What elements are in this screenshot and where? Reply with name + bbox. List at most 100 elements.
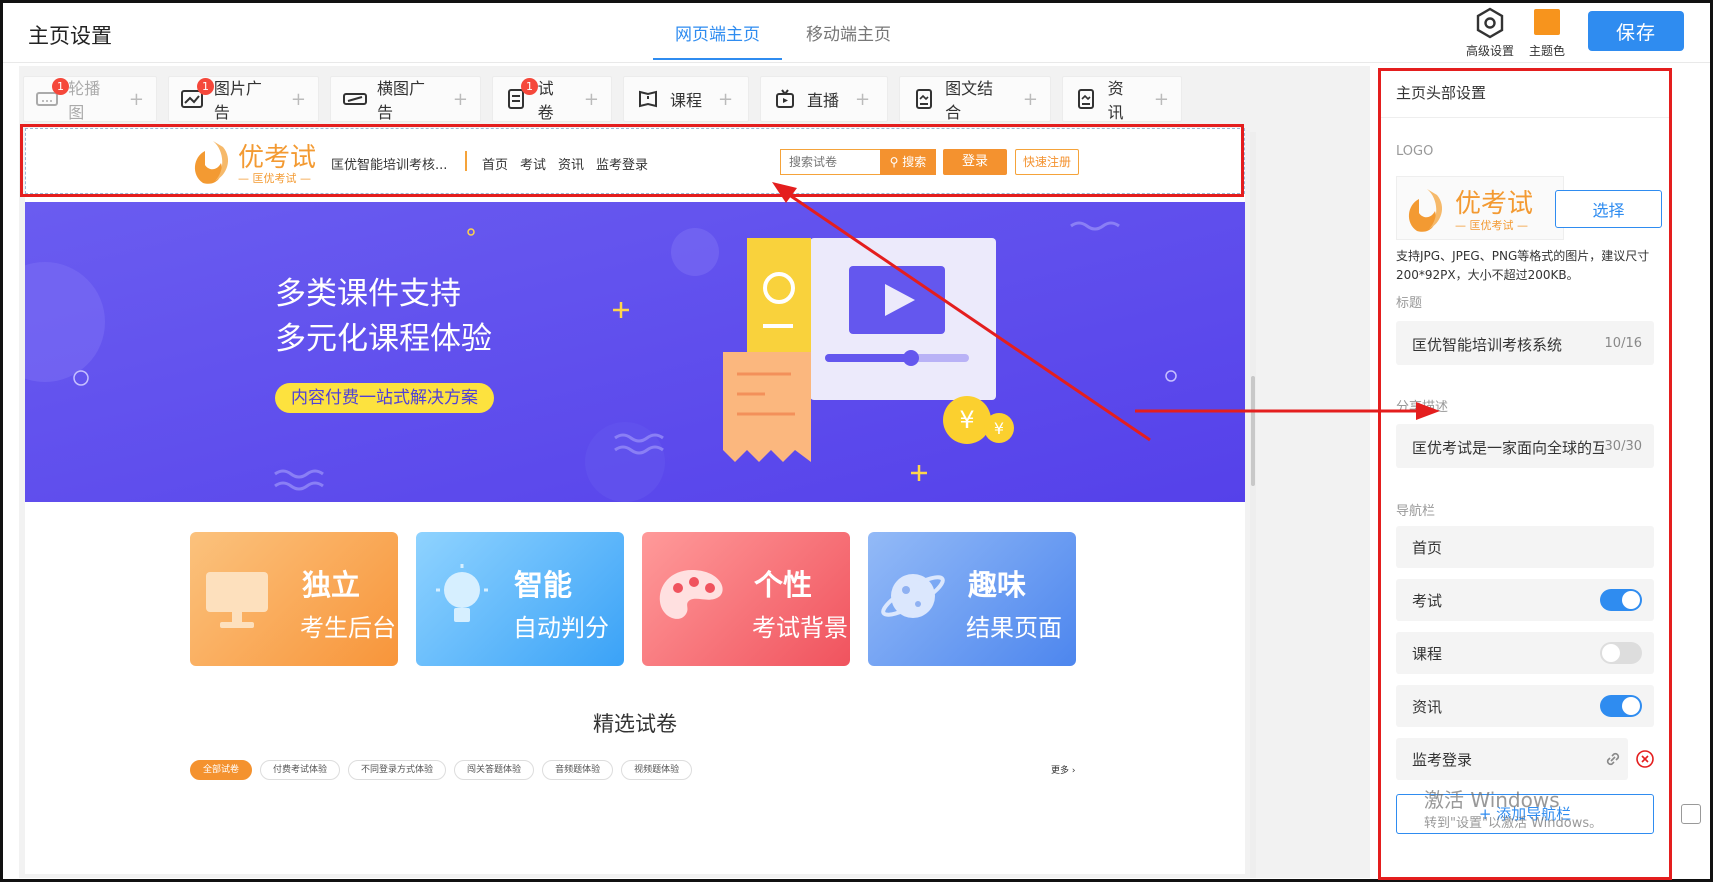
filter-chip[interactable]: 闯关答题体验 (454, 760, 535, 780)
preview-nav-home[interactable]: 首页 (482, 154, 508, 173)
preview-search-input[interactable] (780, 149, 880, 175)
remove-nav-icon[interactable] (1636, 750, 1654, 768)
nav-row-home[interactable]: 首页 (1396, 526, 1654, 568)
banner-headline-1: 多类课件支持 (275, 276, 461, 312)
share-description-field[interactable]: 匡优考试是一家面向全球的互联 30/30 (1396, 424, 1654, 468)
preview-search-button[interactable]: ⚲ 搜索 (880, 149, 936, 175)
preview-banner[interactable]: ¥ ¥ 多类课件支持 多元化课程体验 内容付费一站式解决方案 (25, 202, 1245, 502)
preview-scroll-thumb[interactable] (1251, 376, 1255, 486)
svg-text:¥: ¥ (994, 419, 1004, 438)
share-field-count: 30/30 (1604, 439, 1642, 454)
tool-paper[interactable]: 1 试卷 + (492, 76, 612, 122)
tool-paper-label: 试卷 (537, 79, 554, 122)
feature-cards: 独立 考生后台 智能 自动判分 个性 考试背景 趣味 结果页面 (190, 532, 1076, 666)
filter-chip[interactable]: 付费考试体验 (260, 760, 341, 780)
feature-title: 智能 (514, 568, 573, 602)
editor-canvas: 1 轮播图 + 1 图片广告 + 横图广告 + 1 试卷 + 课程 + 直播 +… (19, 66, 1370, 878)
toggle-knob (1622, 697, 1640, 715)
tool-live[interactable]: 直播 + (760, 76, 888, 122)
paper-badge: 1 (521, 78, 538, 95)
theme-color-button[interactable]: 主题色 (1525, 7, 1569, 59)
monitor-icon (206, 572, 268, 628)
logo-preview-subtext: — 匡优考试 — (1455, 219, 1528, 232)
filter-chip[interactable]: 全部试卷 (190, 760, 253, 780)
preview-nav: 首页 考试 资讯 监考登录 (482, 154, 648, 173)
add-image-text-icon[interactable]: + (1023, 89, 1038, 110)
banner-pill[interactable]: 内容付费一站式解决方案 (275, 383, 494, 413)
add-paper-icon[interactable]: + (584, 89, 599, 110)
nav-row-proctor-login[interactable]: 监考登录 (1396, 738, 1628, 780)
image-ad-badge: 1 (197, 78, 214, 95)
tool-course-label: 课程 (670, 91, 703, 110)
add-news-icon[interactable]: + (1154, 89, 1169, 110)
nav-row-course[interactable]: 课程 (1396, 632, 1654, 674)
tool-course[interactable]: 课程 + (623, 76, 749, 122)
tab-web-home[interactable]: 网页端主页 (653, 3, 782, 60)
tool-news[interactable]: 资讯 + (1062, 76, 1182, 122)
preview-scrollbar[interactable] (1250, 132, 1256, 878)
title-label: 标题 (1396, 296, 1423, 311)
share-field-value: 匡优考试是一家面向全球的互联 (1412, 439, 1604, 457)
preview-nav-proctor-login[interactable]: 监考登录 (596, 154, 648, 173)
tool-news-label: 资讯 (1107, 79, 1124, 122)
tool-image-text[interactable]: 图文结合 + (899, 76, 1051, 122)
add-course-icon[interactable]: + (718, 89, 733, 110)
add-banner-ad-icon[interactable]: + (453, 89, 468, 110)
title-field[interactable]: 匡优智能培训考核系统 10/16 (1396, 321, 1654, 365)
news-icon (1075, 87, 1098, 111)
feature-subtitle: 结果页面 (966, 614, 1062, 642)
add-live-icon[interactable]: + (855, 89, 870, 110)
tool-banner-ad[interactable]: 横图广告 + (330, 76, 481, 122)
feature-card-personal[interactable]: 个性 考试背景 (642, 532, 850, 666)
image-text-icon (912, 87, 935, 111)
more-link[interactable]: 更多 › (1051, 763, 1075, 776)
add-carousel-icon[interactable]: + (129, 89, 144, 110)
course-toggle[interactable] (1600, 642, 1642, 664)
banner-ad-icon (343, 87, 367, 111)
filter-chip[interactable]: 音频题体验 (542, 760, 614, 780)
tool-carousel[interactable]: 1 轮播图 + (23, 76, 157, 122)
site-preview: 优考试 — 匡优考试 — 匡优智能培训考核... 首页 考试 资讯 监考登录 ⚲… (25, 128, 1245, 874)
live-tv-icon (773, 87, 797, 111)
filter-chip[interactable]: 不同登录方式体验 (348, 760, 447, 780)
preview-register-button[interactable]: 快速注册 (1015, 149, 1079, 175)
activation-watermark-title: 激活 Windows (1424, 788, 1560, 812)
nav-row-label: 首页 (1412, 539, 1443, 557)
nav-row-news[interactable]: 资讯 (1396, 685, 1654, 727)
logo-preview: 优考试 — 匡优考试 — (1396, 176, 1564, 240)
preview-nav-news[interactable]: 资讯 (558, 154, 584, 173)
preview-header[interactable]: 优考试 — 匡优考试 — 匡优智能培训考核... 首页 考试 资讯 监考登录 ⚲… (25, 128, 1245, 194)
header-divider (465, 151, 467, 171)
feature-card-independent[interactable]: 独立 考生后台 (190, 532, 398, 666)
advanced-settings-button[interactable]: 高级设置 (1461, 7, 1519, 59)
book-icon (636, 87, 660, 111)
preview-login-button[interactable]: 登录 (943, 149, 1007, 175)
save-button[interactable]: 保存 (1588, 11, 1684, 51)
tool-banner-ad-label: 横图广告 (377, 79, 426, 122)
link-icon[interactable] (1604, 750, 1622, 768)
activation-watermark-text: 转到"设置"以激活 Windows。 (1424, 816, 1603, 831)
feature-subtitle: 考试背景 (752, 614, 848, 642)
feature-title: 独立 (302, 568, 361, 602)
choose-logo-button[interactable]: 选择 (1555, 190, 1662, 228)
title-field-value: 匡优智能培训考核系统 (1412, 336, 1563, 354)
news-toggle[interactable] (1600, 695, 1642, 717)
title-field-count: 10/16 (1604, 336, 1642, 351)
lightbulb-icon (436, 564, 488, 622)
exam-toggle[interactable] (1600, 589, 1642, 611)
feature-card-fun[interactable]: 趣味 结果页面 (868, 532, 1076, 666)
feature-title: 趣味 (968, 568, 1027, 602)
preview-nav-exam[interactable]: 考试 (520, 154, 546, 173)
tool-image-ad[interactable]: 1 图片广告 + (168, 76, 319, 122)
add-image-ad-icon[interactable]: + (291, 89, 306, 110)
theme-color-swatch (1534, 9, 1560, 35)
tab-mobile-home[interactable]: 移动端主页 (784, 3, 913, 60)
platform-tabs: 网页端主页 移动端主页 (653, 3, 915, 60)
site-logo-text: 优考试 (238, 143, 317, 173)
feature-card-smart[interactable]: 智能 自动判分 (416, 532, 624, 666)
component-toolbar: 1 轮播图 + 1 图片广告 + 横图广告 + 1 试卷 + 课程 + 直播 +… (23, 76, 1182, 122)
side-expand-icon[interactable] (1681, 804, 1701, 824)
tool-live-label: 直播 (807, 91, 840, 110)
filter-chip[interactable]: 视频题体验 (621, 760, 693, 780)
nav-row-exam[interactable]: 考试 (1396, 579, 1654, 621)
